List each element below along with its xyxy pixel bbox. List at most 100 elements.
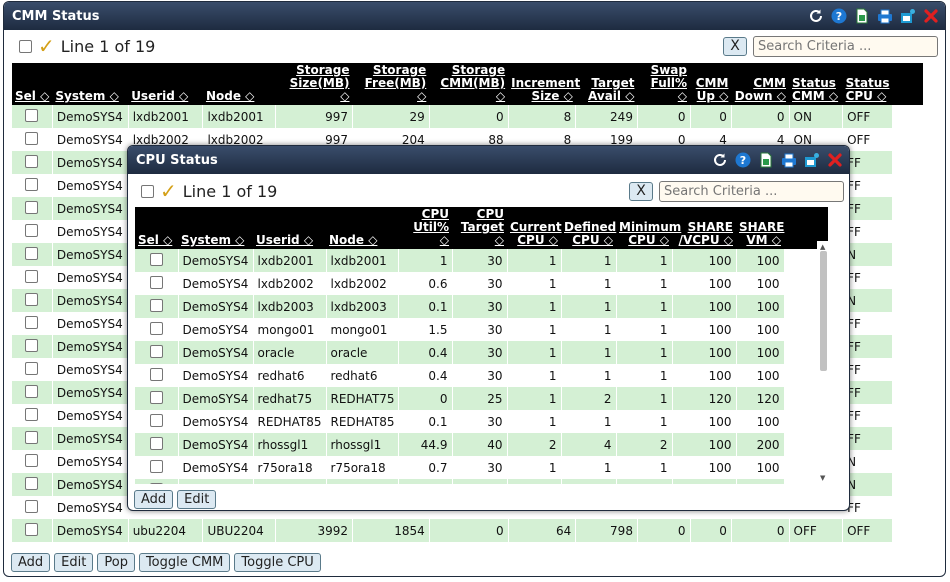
close-icon[interactable] <box>826 152 843 169</box>
row-checkbox[interactable] <box>149 344 163 358</box>
checkmark-icon[interactable]: ✓ <box>160 181 177 201</box>
column-header[interactable]: System ◇ <box>178 207 253 249</box>
cmm-titlebar[interactable]: CMM Status ? <box>4 2 945 30</box>
row-checkbox[interactable] <box>25 154 39 168</box>
cmm-select-all-checkbox[interactable] <box>19 39 32 53</box>
table-row[interactable]: DemoSYS4scs3dkr1scs3dkr10.130111100100 <box>135 479 828 484</box>
column-header[interactable]: Target Avail ◇ <box>575 63 638 105</box>
table-row[interactable]: DemoSYS4 mongo01 mongo01 1.5 30 1 1 1 100 100 <box>135 318 828 341</box>
add-button[interactable]: Add <box>11 553 51 572</box>
row-checkbox[interactable] <box>149 436 163 450</box>
column-header[interactable]: SHARE VM ◇ <box>736 207 784 249</box>
cpu-clear-search-button[interactable]: X <box>629 182 653 201</box>
row-checkbox[interactable] <box>149 390 163 404</box>
export-icon[interactable] <box>853 8 870 25</box>
edit-button[interactable]: Edit <box>54 553 94 572</box>
row-checkbox[interactable] <box>149 459 163 473</box>
help-icon[interactable]: ? <box>734 152 751 169</box>
refresh-icon[interactable] <box>807 8 824 25</box>
row-checkbox[interactable] <box>25 269 39 283</box>
column-header[interactable]: Storage Free(MB) ◇ <box>352 63 430 105</box>
toggle-cpu-button[interactable]: Toggle CPU <box>234 553 321 572</box>
table-row[interactable]: DemoSYS4 redhat75 REDHAT75 0 25 1 2 1 120 120 <box>135 387 828 410</box>
column-header[interactable]: Status CPU ◇ <box>842 63 893 105</box>
table-row[interactable]: DemoSYS4 lxdb2003 lxdb2003 0.1 30 1 1 1 100 100 <box>135 295 828 318</box>
print-icon[interactable] <box>780 152 797 169</box>
row-checkbox[interactable] <box>25 292 39 306</box>
column-header[interactable]: CPU Target ◇ <box>452 207 507 249</box>
row-checkbox[interactable] <box>149 321 163 335</box>
column-header[interactable]: CMM Down ◇ <box>731 63 790 105</box>
table-row[interactable]: DemoSYS4 lxdb2002 lxdb2002 0.6 30 1 1 1 100 100 <box>135 272 828 295</box>
row-checkbox[interactable] <box>25 430 39 444</box>
print-icon[interactable] <box>876 8 893 25</box>
row-checkbox[interactable] <box>25 407 39 421</box>
cmm-clear-search-button[interactable]: X <box>723 37 747 56</box>
add-button[interactable]: Add <box>134 490 174 509</box>
row-checkbox[interactable] <box>149 413 163 427</box>
help-icon[interactable]: ? <box>830 8 847 25</box>
edit-button[interactable]: Edit <box>177 490 217 509</box>
column-header[interactable]: Increment Size ◇ <box>508 63 580 105</box>
pop-button[interactable]: Pop <box>97 553 135 572</box>
row-checkbox[interactable] <box>25 476 39 490</box>
checkmark-icon[interactable]: ✓ <box>38 36 55 56</box>
scroll-up-icon[interactable]: ▲ <box>820 243 825 251</box>
column-header[interactable]: CMM Up ◇ <box>690 63 732 105</box>
column-header[interactable]: Swap Full% ◇ <box>637 63 690 105</box>
row-checkbox[interactable] <box>25 499 39 513</box>
refresh-icon[interactable] <box>711 152 728 169</box>
column-header[interactable]: System ◇ <box>52 63 129 105</box>
row-checkbox[interactable] <box>149 275 163 289</box>
cpu-select-all-checkbox[interactable] <box>141 184 154 198</box>
row-checkbox[interactable] <box>25 177 39 191</box>
export-icon[interactable] <box>757 152 774 169</box>
row-checkbox[interactable] <box>25 315 39 329</box>
row-checkbox[interactable] <box>149 367 163 381</box>
column-header[interactable]: CPU Util% ◇ <box>398 207 452 249</box>
scroll-down-icon[interactable]: ▼ <box>820 474 825 482</box>
column-header[interactable]: Current CPU ◇ <box>507 207 562 249</box>
table-row[interactable]: DemoSYS4 oracle oracle 0.4 30 1 1 1 100 100 <box>135 341 828 364</box>
column-header[interactable]: Userid ◇ <box>128 63 203 105</box>
row-checkbox[interactable] <box>149 252 163 266</box>
column-header[interactable]: Sel ◇ <box>12 63 53 105</box>
column-header[interactable]: Status CMM ◇ <box>789 63 843 105</box>
column-header[interactable]: Storage Size(MB) ◇ <box>275 63 353 105</box>
column-header[interactable]: Node ◇ <box>202 63 276 105</box>
column-header[interactable]: Minimum CPU ◇ <box>616 207 681 249</box>
table-row[interactable]: DemoSYS4 rhossgl1 rhossgl1 44.9 40 2 4 2 100 200 <box>135 433 828 456</box>
toggle-cmm-button[interactable]: Toggle CMM <box>138 553 231 572</box>
cpu-scrollbar-thumb[interactable] <box>820 251 827 371</box>
table-row[interactable]: DemoSYS4 r75ora18 r75ora18 0.7 30 1 1 1 100 100 <box>135 456 828 479</box>
table-row[interactable]: DemoSYS4 REDHAT85 REDHAT85 0.1 30 1 1 1 100 100 <box>135 410 828 433</box>
cpu-scrollbar[interactable]: ▲ ▼ <box>817 241 830 484</box>
row-checkbox[interactable] <box>25 246 39 260</box>
cpu-titlebar[interactable]: CPU Status ? <box>128 146 849 174</box>
row-checkbox[interactable] <box>25 108 39 122</box>
cmm-search-input[interactable] <box>753 36 938 57</box>
column-header[interactable]: Sel ◇ <box>135 207 178 249</box>
row-checkbox[interactable] <box>25 131 39 145</box>
column-header[interactable]: SHARE/VCPU ◇ <box>672 207 736 249</box>
settings-icon[interactable] <box>803 152 820 169</box>
table-row[interactable]: DemoSYS4 lxdb2001 lxdb2001 997 29 0 8 249 0 0 0 ON O… <box>12 105 924 128</box>
cpu-search-input[interactable] <box>659 181 844 202</box>
row-checkbox[interactable] <box>25 223 39 237</box>
table-row[interactable]: DemoSYS4 lxdb2001 lxdb2001 1 30 1 1 1 100 100 <box>135 249 828 272</box>
row-checkbox[interactable] <box>149 298 163 312</box>
column-header[interactable]: Node ◇ <box>326 207 398 249</box>
row-checkbox[interactable] <box>25 453 39 467</box>
row-checkbox[interactable] <box>25 522 39 536</box>
column-header[interactable]: Storage CMM(MB) ◇ <box>429 63 509 105</box>
settings-icon[interactable] <box>899 8 916 25</box>
row-checkbox[interactable] <box>25 384 39 398</box>
row-checkbox[interactable] <box>25 200 39 214</box>
table-row[interactable]: DemoSYS4 ubu2204 UBU2204 3992 1854 0 64 798 0 0 0 O… <box>12 519 924 542</box>
table-row[interactable]: DemoSYS4 redhat6 redhat6 0.4 30 1 1 1 100 100 <box>135 364 828 387</box>
column-header[interactable]: Defined CPU ◇ <box>561 207 616 249</box>
row-checkbox[interactable] <box>149 482 163 484</box>
close-icon[interactable] <box>922 8 939 25</box>
row-checkbox[interactable] <box>25 338 39 352</box>
column-header[interactable]: Userid ◇ <box>253 207 326 249</box>
